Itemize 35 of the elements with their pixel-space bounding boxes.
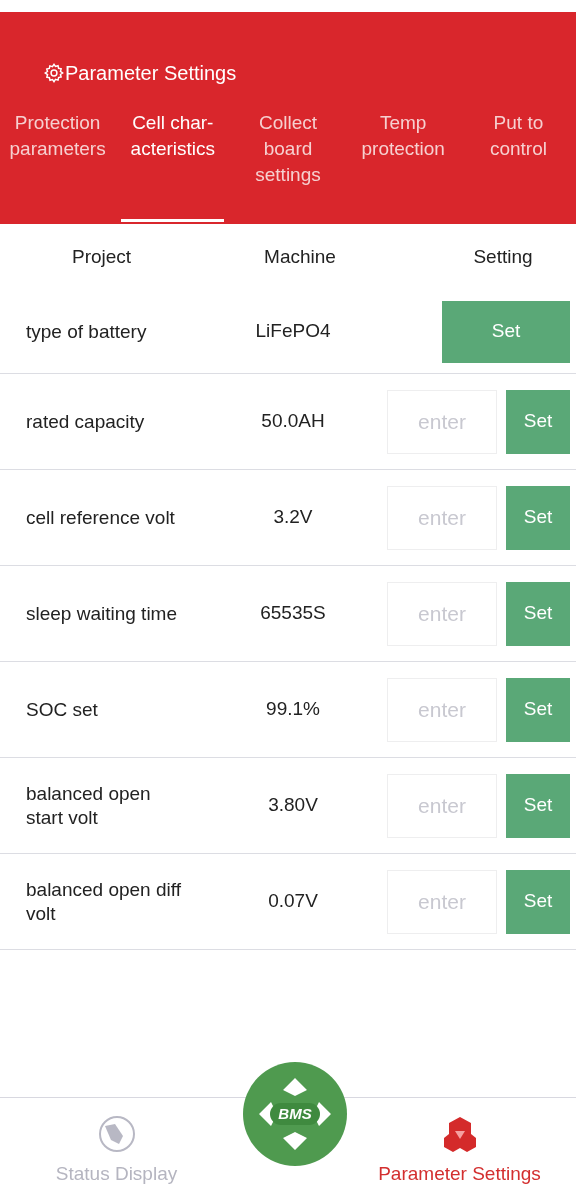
set-button[interactable]: Set <box>506 869 570 934</box>
table-cell: balanced open start volt <box>26 782 151 828</box>
set-button[interactable]: Set <box>442 300 570 363</box>
table-cell: balanced open diff volt <box>26 878 181 924</box>
tab[interactable]: Collect board settings <box>230 96 346 224</box>
tab[interactable]: Protection parameters <box>0 96 116 224</box>
tab[interactable]: Cell char-acteristics <box>115 96 231 224</box>
table-cell: LiFePO4 <box>255 320 331 342</box>
set-button[interactable]: Set <box>506 581 570 646</box>
table-cell: 0.07V <box>268 890 318 912</box>
table-cell: type of battery <box>26 320 147 342</box>
set-button[interactable]: Set <box>506 677 570 742</box>
table-cell: 65535S <box>260 602 326 624</box>
tab[interactable]: Temp protection <box>345 96 461 224</box>
settings-icon <box>43 62 65 84</box>
column-header: Project <box>72 245 132 267</box>
set-button[interactable]: Set <box>506 773 570 838</box>
bms-logo[interactable]: BMS <box>243 1062 347 1166</box>
table-cell: 3.2V <box>273 506 313 528</box>
set-button[interactable]: Set <box>506 485 570 550</box>
column-header: Machine <box>264 245 336 267</box>
table-cell: sleep waiting time <box>26 602 178 624</box>
nav-item[interactable]: Status Display <box>0 1098 233 1189</box>
table-cell: rated capacity <box>26 410 145 432</box>
logo-text: BMS <box>270 1102 320 1126</box>
table-cell: 3.80V <box>268 794 318 816</box>
table-cell: 99.1% <box>266 698 320 720</box>
globe-icon <box>96 1114 137 1154</box>
tab[interactable]: Put to control <box>460 96 576 224</box>
table-cell: cell reference volt <box>26 506 175 528</box>
table-cell: SOC set <box>26 698 98 720</box>
table-cell: 50.0AH <box>261 410 325 432</box>
page-title: Parameter Settings <box>65 61 237 86</box>
column-header: Setting <box>473 245 533 267</box>
set-button[interactable]: Set <box>506 389 570 454</box>
